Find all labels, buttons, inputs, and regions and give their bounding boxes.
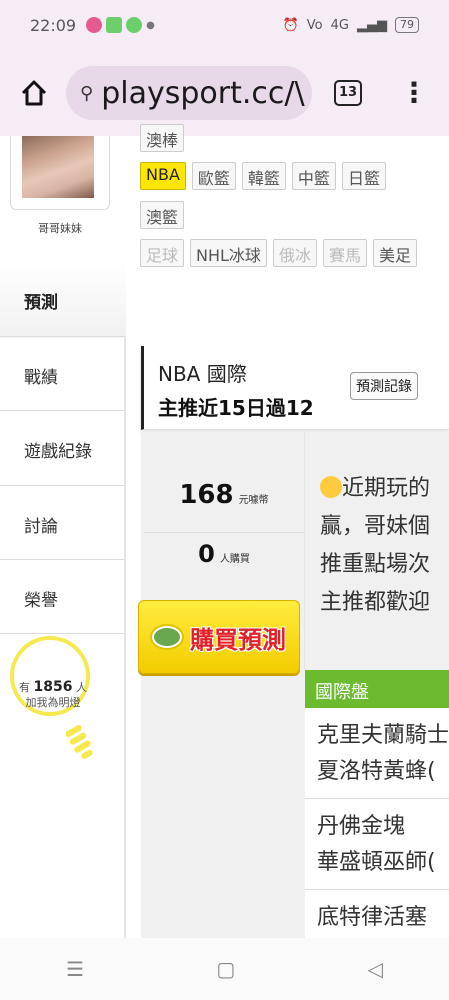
signal-label: 4G (330, 17, 349, 33)
category-tab[interactable]: 中籃 (291, 162, 336, 190)
games-list: 國際盤 克里夫蘭騎士 夏洛特黃蜂( 丹佛金塊 華盛頓巫師( 底特律活塞 (305, 670, 449, 940)
star-eyes-emoji-icon (320, 476, 342, 498)
home-icon[interactable] (20, 79, 48, 107)
buyers-info: 0 人購買 (144, 540, 304, 568)
category-row: NBA 歐籃 韓籃 中籃 日籃 (140, 162, 386, 190)
game-home-team: 克里夫蘭騎士 (317, 723, 449, 748)
category-row: 澳籃 (140, 201, 185, 229)
nav-item-discussion[interactable]: 討論 (0, 485, 126, 560)
category-tab[interactable]: NHL冰球 (190, 239, 267, 267)
category-tab[interactable]: 足球 (140, 239, 185, 267)
prediction-record-button[interactable]: 預測記錄 (350, 372, 418, 400)
alarm-icon: ⏰ (282, 17, 299, 33)
app-icon-2 (126, 17, 143, 33)
follow-info[interactable]: 有 1856 人 加我為明燈 (8, 680, 98, 710)
address-bar[interactable]: ⚲ playsport.cc/\ (66, 66, 312, 120)
divider (144, 532, 304, 533)
divider (124, 338, 126, 938)
category-tab[interactable]: 澳棒 (140, 124, 185, 152)
site-settings-icon[interactable]: ⚲ (80, 83, 93, 104)
tab-switcher-button[interactable]: 13 (334, 80, 362, 106)
follow-prefix: 有 (19, 681, 31, 694)
buyers-unit: 人購買 (219, 554, 250, 565)
home-button-icon[interactable]: ▢ (216, 957, 235, 981)
status-bar: 22:09 ● ⏰ Vo 4G ▂▄▆ 79 (0, 0, 449, 50)
network-icon: Vo (306, 17, 323, 33)
category-row: 足球 NHL冰球 俄冰 賽馬 美足 (140, 239, 417, 267)
description-line: 推重點場次 (320, 552, 431, 577)
url-text[interactable]: playsport.cc/\ (101, 76, 304, 111)
category-tab[interactable]: 韓籃 (241, 162, 286, 190)
price-unit: 元噱幣 (238, 495, 269, 506)
prediction-description: 近期玩的 贏，哥妹個 推重點場次 主推都歡迎 (320, 470, 449, 622)
nav-item-prediction[interactable]: 預測 (0, 260, 126, 338)
category-tab[interactable]: 美足 (372, 239, 417, 267)
category-tab[interactable]: 澳籃 (140, 201, 185, 229)
prediction-header: NBA 國際 主推近15日過12 預測記錄 (141, 346, 449, 430)
notification-icon (86, 17, 103, 33)
browser-toolbar: ⚲ playsport.cc/\ 13 ⋮ (0, 50, 449, 136)
games-section-title: 國際盤 (305, 670, 449, 708)
category-row: 澳棒 (140, 124, 185, 152)
game-home-team: 底特律活塞 (317, 905, 428, 930)
follow-count: 1856 (33, 679, 73, 695)
avatar[interactable] (22, 136, 94, 198)
app-icon (106, 17, 123, 33)
back-icon[interactable]: ◁ (367, 957, 382, 981)
dot-icon: ● (146, 19, 155, 31)
category-tab[interactable]: 俄冰 (272, 239, 317, 267)
description-line: 近期玩的 (342, 476, 431, 501)
nav-item-game-log[interactable]: 遊戲紀錄 (0, 410, 126, 485)
category-tab-active[interactable]: NBA (140, 162, 186, 190)
system-nav-bar: ☰ ▢ ◁ (0, 938, 449, 1000)
signal-icon: ▂▄▆ (357, 17, 387, 33)
nav-item-honor[interactable]: 榮譽 (0, 559, 126, 634)
game-away-team: 夏洛特黃蜂( (317, 759, 436, 784)
status-time: 22:09 (30, 15, 77, 35)
divider (304, 432, 305, 670)
buy-prediction-button[interactable]: 購買預測 (138, 600, 300, 674)
battery-indicator: 79 (395, 17, 419, 33)
follow-label: 加我為明燈 (25, 696, 81, 709)
status-right: ⏰ Vo 4G ▂▄▆ 79 (283, 17, 419, 33)
menu-icon[interactable]: ⋮ (400, 79, 428, 107)
category-tab[interactable]: 歐籃 (191, 162, 236, 190)
buyers-count: 0 (198, 540, 215, 568)
follow-suffix: 人 (75, 681, 87, 694)
price-info: 168 元噱幣 (144, 480, 304, 510)
game-away-team: 華盛頓巫師( (317, 850, 436, 875)
buy-prediction-label: 購買預測 (190, 625, 286, 654)
category-tab[interactable]: 賽馬 (322, 239, 367, 267)
description-line: 贏，哥妹個 (320, 514, 431, 539)
page-subtitle: 主推近15日過12 (158, 396, 314, 420)
game-row[interactable]: 丹佛金塊 華盛頓巫師( (305, 799, 449, 890)
nav-item-record[interactable]: 戰績 (0, 336, 126, 411)
description-line: 主推都歡迎 (320, 590, 431, 615)
category-tab[interactable]: 日籃 (341, 162, 386, 190)
profile-name[interactable]: 哥哥妹妹 (10, 220, 110, 236)
price-amount: 168 (179, 480, 234, 510)
game-row[interactable]: 底特律活塞 (305, 890, 449, 940)
game-row[interactable]: 克里夫蘭騎士 夏洛特黃蜂( (305, 708, 449, 799)
page-title: NBA 國際 (158, 362, 247, 386)
playsport-logo-icon (152, 626, 182, 648)
recent-apps-icon[interactable]: ☰ (66, 957, 84, 981)
game-home-team: 丹佛金塊 (317, 814, 406, 839)
lightbulb-base-icon (66, 725, 93, 759)
